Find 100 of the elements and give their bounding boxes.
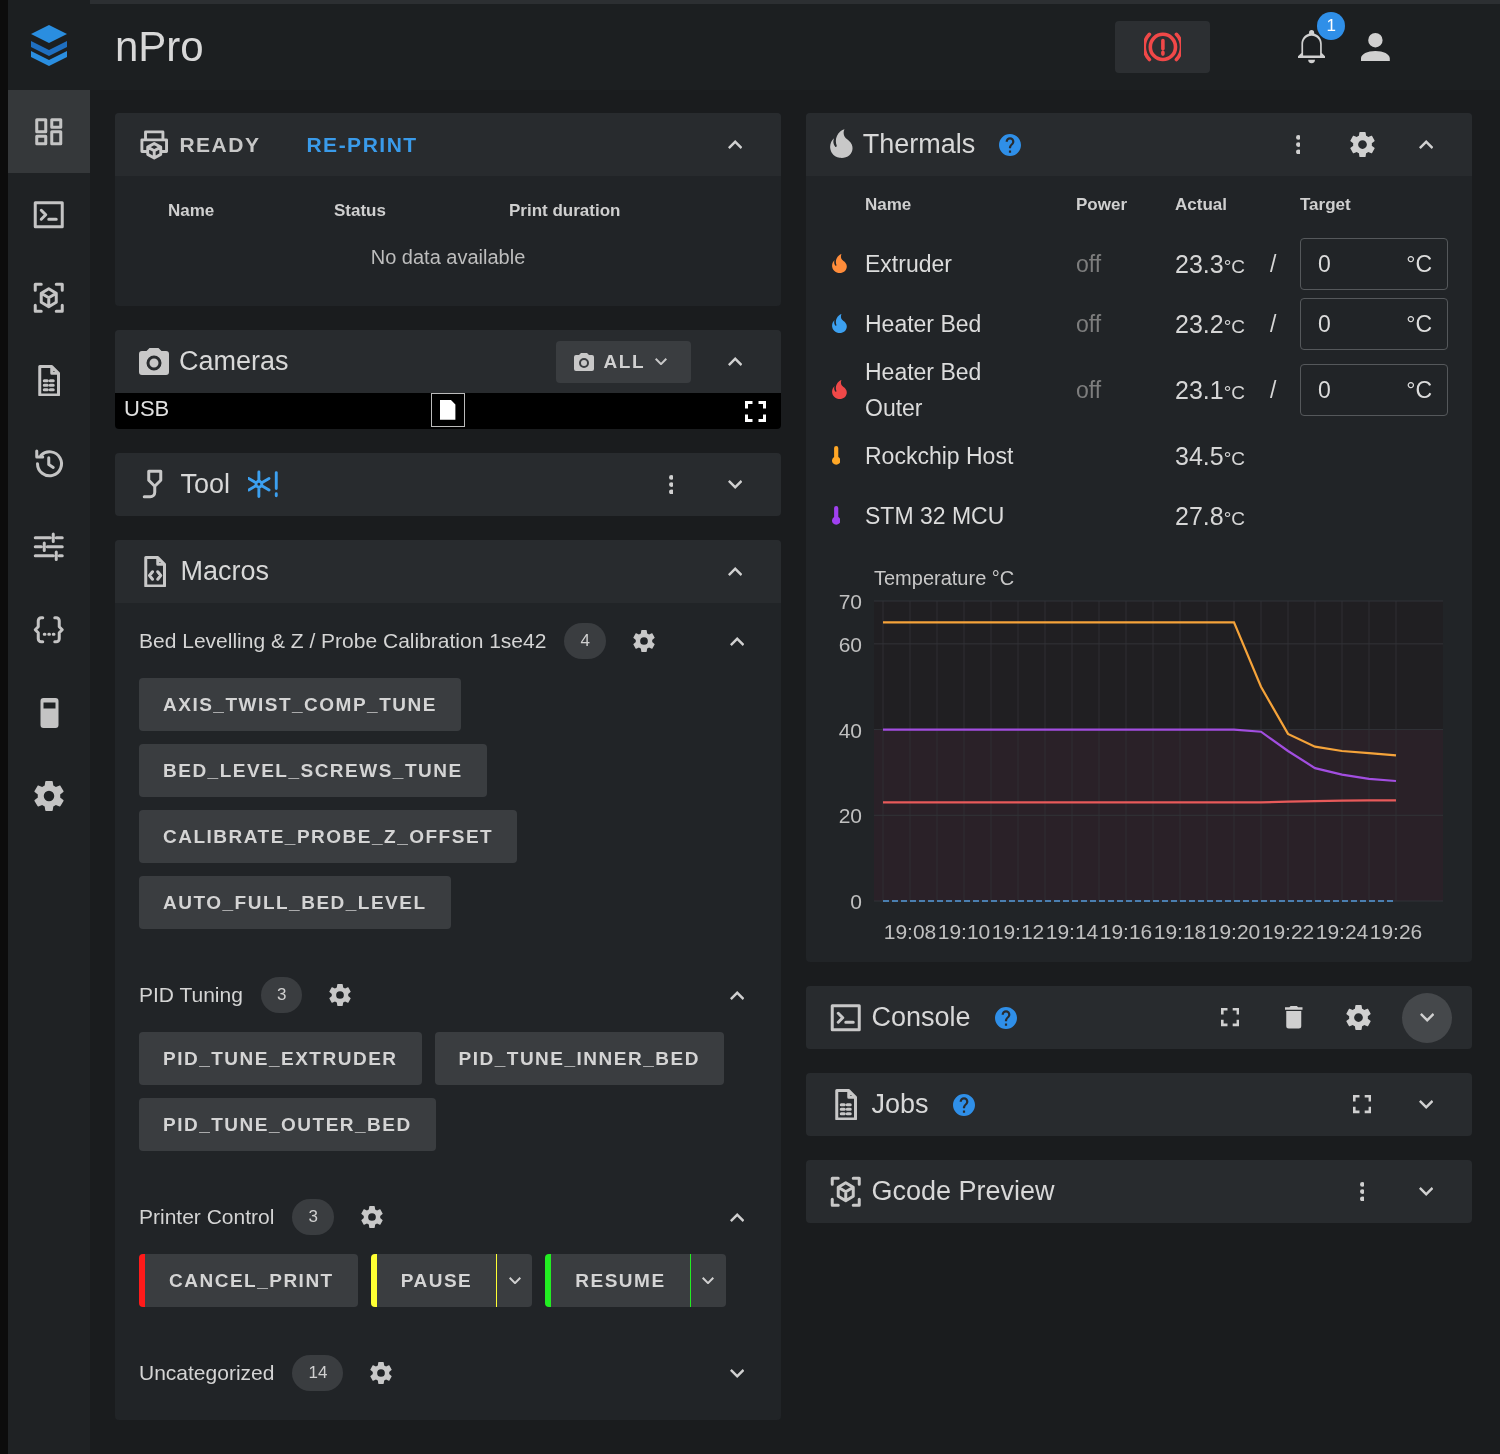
macro-button[interactable]: PID_TUNE_OUTER_BED <box>139 1098 436 1151</box>
axis-tick-label: 70 <box>838 590 862 613</box>
chevron-up-icon <box>729 1212 745 1222</box>
settings-icon <box>632 630 655 652</box>
sensor-name: Heater Bed Outer <box>865 358 983 423</box>
macro-button[interactable]: PID_TUNE_EXTRUDER <box>139 1032 422 1085</box>
settings-icon <box>34 780 64 811</box>
sensor-name: Extruder <box>865 250 953 279</box>
console-icon <box>830 1001 862 1034</box>
sliders-icon <box>33 530 65 563</box>
history-icon <box>33 447 65 480</box>
notifications-button[interactable] <box>1298 30 1326 64</box>
chevron-down-icon <box>727 480 743 489</box>
axis-title: Temperature °C <box>874 567 1015 589</box>
axis-tick-label: 19:22 <box>1261 920 1315 943</box>
trash-icon <box>1285 1006 1303 1029</box>
settings-icon <box>1345 1005 1371 1030</box>
temperature-reading: 23.2°C <box>1175 309 1246 339</box>
sensor-name: STM 32 MCU <box>865 502 1006 531</box>
sensor-name: Rockchip Host <box>865 442 1015 471</box>
macro-button[interactable]: PID_TUNE_INNER_BED <box>434 1032 724 1085</box>
unit-label: °C <box>1406 377 1432 404</box>
unit-label: °C <box>1406 251 1432 278</box>
sensor-name: Heater Bed <box>865 310 983 339</box>
chevron-up-icon <box>729 636 745 646</box>
macro-group-name: Uncategorized <box>139 1361 275 1385</box>
chevron-down-icon <box>1418 1187 1434 1196</box>
temperature-reading: 27.8°C <box>1175 501 1246 531</box>
settings-icon <box>370 1362 393 1384</box>
macro-button[interactable]: BED_LEVEL_SCREWS_TUNE <box>139 744 487 797</box>
macro-count: 4 <box>564 623 606 659</box>
panel-title: Tool <box>180 469 231 500</box>
axis-tick-label: 19:14 <box>1045 920 1099 943</box>
temperature-reading: 23.3°C <box>1175 249 1246 279</box>
panel-title: Thermals <box>862 129 976 160</box>
camera-name: USB <box>124 396 170 422</box>
macro-group-name: PID Tuning <box>139 983 243 1007</box>
chevron-up-icon <box>1418 140 1434 149</box>
column-header[interactable]: Print duration <box>509 201 621 221</box>
column-header: Target <box>1300 195 1352 215</box>
fullscreen-icon <box>744 400 766 422</box>
separator-mark: / <box>1270 310 1277 338</box>
sidebar-item[interactable] <box>8 90 90 173</box>
power-value: off <box>1076 376 1103 404</box>
braces-icon <box>33 613 65 646</box>
panel-title: Cameras <box>179 346 289 377</box>
axis-tick-label: 19:20 <box>1207 920 1261 943</box>
macro-button[interactable]: PAUSE <box>370 1254 497 1307</box>
account-button[interactable] <box>1361 32 1390 62</box>
separator-mark: / <box>1270 250 1277 278</box>
panel-title: Jobs <box>871 1089 929 1120</box>
macro-count: 3 <box>260 977 303 1013</box>
caret-icon <box>702 1276 715 1285</box>
macro-button[interactable]: AUTO_FULL_BED_LEVEL <box>139 876 451 929</box>
console-icon <box>33 198 65 231</box>
fullscreen-icon <box>1352 1095 1372 1114</box>
app-logo[interactable] <box>29 24 69 66</box>
column-header: Actual <box>1175 195 1228 215</box>
macro-group-name: Printer Control <box>139 1205 275 1229</box>
chevron-up-icon <box>727 567 743 576</box>
macro-menu-button[interactable] <box>689 1254 726 1307</box>
axis-tick-label: 60 <box>838 632 862 656</box>
camera-filter-button[interactable]: ALL <box>555 340 691 383</box>
help-icon[interactable] <box>994 1006 1017 1029</box>
column-header: Name <box>865 195 913 215</box>
reprint-button[interactable]: RE-PRINT <box>306 132 418 157</box>
temperature-reading: 34.5°C <box>1175 441 1246 471</box>
caret-icon <box>655 357 667 366</box>
fan-icon <box>248 469 279 500</box>
macro-count: 14 <box>292 1355 344 1391</box>
axis-tick-label: 20 <box>838 804 862 828</box>
separator-mark: / <box>1270 376 1277 404</box>
help-icon[interactable] <box>999 133 1022 156</box>
macro-count: 3 <box>292 1199 334 1235</box>
column-header: Power <box>1076 195 1129 215</box>
macro-button[interactable]: RESUME <box>545 1254 690 1307</box>
chevron-up-icon <box>727 357 743 366</box>
printer-icon <box>139 129 170 160</box>
fullscreen-icon <box>1220 1008 1240 1027</box>
column-header[interactable]: Status <box>334 201 509 221</box>
chevron-up-icon <box>727 140 743 149</box>
camera-icon <box>573 352 594 371</box>
help-icon[interactable] <box>952 1093 975 1116</box>
device-icon <box>38 697 60 728</box>
more-icon <box>668 474 674 495</box>
axis-tick-label: 0 <box>850 890 862 913</box>
more-icon <box>1295 134 1301 155</box>
axis-tick-label: 19:18 <box>1153 920 1207 943</box>
emergency-stop-button[interactable] <box>1115 21 1210 73</box>
more-icon <box>1359 1181 1365 1202</box>
axis-tick-label: 19:24 <box>1315 920 1369 943</box>
dashboard-icon <box>33 115 65 148</box>
macro-button[interactable]: CALIBRATE_PROBE_Z_OFFSET <box>139 810 518 863</box>
cube-icon <box>830 1175 862 1208</box>
macro-button[interactable]: AXIS_TWIST_COMP_TUNE <box>139 678 461 731</box>
camera-icon <box>139 348 169 375</box>
expand-button[interactable] <box>1402 992 1452 1043</box>
macro-button[interactable]: CANCEL_PRINT <box>139 1254 358 1307</box>
power-value: off <box>1076 250 1103 278</box>
column-header[interactable]: Name <box>168 201 334 221</box>
